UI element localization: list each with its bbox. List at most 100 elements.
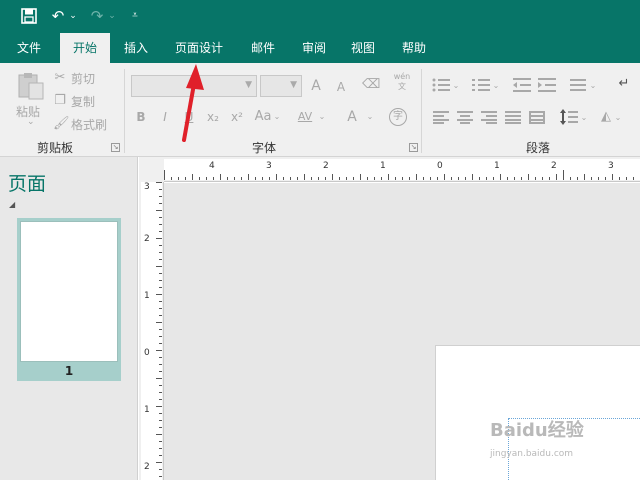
subscript-button[interactable]: x₂	[204, 109, 222, 125]
pinyin-guide-icon[interactable]: wén 文	[391, 72, 413, 92]
cut-button[interactable]: 剪切	[71, 70, 95, 87]
vruler-label: 0	[144, 348, 150, 358]
hruler-label: 0	[437, 161, 443, 171]
clipboard-group-label: 剪贴板	[36, 141, 73, 155]
font-size-combo[interactable]: ▼	[260, 75, 302, 97]
align-left-icon[interactable]	[433, 111, 449, 127]
watermark-url: jingyan.baidu.com	[490, 449, 574, 459]
chevron-down-icon[interactable]: ⌄	[318, 109, 326, 125]
change-case-button[interactable]: Aa	[254, 109, 272, 125]
tab-help[interactable]: 帮助	[394, 33, 434, 63]
tab-view[interactable]: 视图	[343, 33, 383, 63]
collapse-triangle-icon[interactable]: ◢	[9, 200, 15, 209]
group-divider	[124, 69, 125, 153]
chevron-down-icon: ▼	[245, 80, 252, 90]
clear-formatting-icon[interactable]: ⌫	[362, 77, 380, 93]
font-color-button[interactable]: A	[345, 109, 359, 125]
group-divider	[421, 69, 422, 153]
italic-button[interactable]: I	[158, 109, 172, 125]
hruler-label: 1	[494, 161, 500, 171]
redo-icon[interactable]: ↷	[87, 5, 107, 27]
increase-indent-icon[interactable]	[538, 78, 556, 95]
undo-icon[interactable]: ↶	[48, 5, 68, 27]
bold-button[interactable]: B	[134, 109, 148, 125]
horizontal-ruler[interactable]: 4 3 2 1 0 1 2 3	[164, 157, 640, 182]
ruler-corner	[139, 157, 164, 182]
grow-font-icon[interactable]: A	[308, 78, 324, 94]
cut-icon[interactable]: ✂	[53, 70, 67, 86]
watermark: Baidu经验 jingyan.baidu.com	[490, 412, 640, 472]
vertical-ruler-strip: 3 2 1 0 1 2	[141, 182, 162, 480]
shading-icon[interactable]: ◭	[598, 109, 614, 125]
hruler-label: 2	[551, 161, 557, 171]
tab-review[interactable]: 审阅	[294, 33, 334, 63]
bullets-icon[interactable]	[432, 78, 450, 95]
title-bar: ↶ ⌄ ↷ ⌄ ⩡	[0, 0, 640, 33]
chevron-down-icon[interactable]: ⌄	[492, 78, 500, 94]
vertical-ruler-ticks	[156, 182, 162, 477]
paste-dropdown-icon[interactable]: ⌄	[27, 117, 35, 127]
vruler-label: 2	[144, 462, 150, 472]
format-painter-icon[interactable]: 🖌	[53, 116, 70, 132]
page-thumbnail-preview	[20, 221, 118, 362]
save-icon[interactable]	[18, 5, 40, 27]
justify-icon[interactable]	[505, 111, 521, 127]
hruler-label: 2	[323, 161, 329, 171]
font-group-label: 字体	[251, 141, 276, 155]
text-direction-icon[interactable]: ↵	[616, 76, 632, 92]
paragraph-group-label: 段落	[525, 141, 550, 155]
horizontal-ruler-strip: 4 3 2 1 0 1 2 3	[164, 159, 640, 180]
watermark-brand: Baidu经验	[490, 420, 584, 441]
page-thumbnail-number: 1	[64, 364, 74, 378]
vruler-label: 1	[144, 291, 150, 301]
superscript-button[interactable]: x²	[228, 109, 246, 125]
tab-mailings[interactable]: 邮件	[243, 33, 283, 63]
hruler-label: 3	[266, 161, 272, 171]
ribbon-tabs: 文件 开始 插入 页面设计 邮件 审阅 视图 帮助	[0, 33, 640, 63]
font-name-combo[interactable]: ▼	[131, 75, 257, 97]
page-navigation-pane: 页面 ◢ 1	[0, 157, 138, 480]
tab-home[interactable]: 开始	[60, 33, 110, 63]
horizontal-ruler-ticks	[164, 170, 634, 180]
chevron-down-icon[interactable]: ⌄	[366, 109, 374, 125]
chevron-down-icon[interactable]: ⌄	[614, 110, 622, 126]
redo-dropdown-icon[interactable]: ⌄	[106, 5, 118, 27]
distribute-icon[interactable]	[529, 111, 545, 127]
chevron-down-icon[interactable]: ⌄	[589, 78, 597, 94]
decrease-indent-icon[interactable]	[513, 78, 531, 95]
numbering-icon[interactable]	[472, 78, 490, 95]
columns-icon[interactable]	[570, 78, 586, 95]
font-launcher-icon[interactable]: ↘	[409, 143, 418, 152]
character-spacing-button[interactable]: AV	[296, 109, 314, 125]
shrink-font-icon[interactable]: A	[334, 79, 348, 95]
hruler-label: 4	[209, 161, 215, 171]
clipboard-launcher-icon[interactable]: ↘	[111, 143, 120, 152]
chevron-down-icon[interactable]: ⌄	[273, 109, 281, 125]
customize-qat-icon[interactable]: ⩡	[128, 5, 142, 27]
align-right-icon[interactable]	[481, 111, 497, 127]
tab-page-design[interactable]: 页面设计	[165, 33, 233, 63]
paste-icon[interactable]	[16, 71, 46, 104]
undo-dropdown-icon[interactable]: ⌄	[67, 5, 79, 27]
ribbon: 粘贴 ⌄ ✂ 剪切 ❐ 复制 🖌 格式刷 剪贴板 ↘ ▼ ▼ A A ⌫ wén…	[0, 63, 640, 157]
vruler-label: 2	[144, 234, 150, 244]
vertical-ruler[interactable]: 3 2 1 0 1 2	[139, 182, 164, 480]
page-pane-title: 页面	[8, 173, 47, 195]
enclose-characters-button[interactable]: 字	[389, 108, 407, 126]
hruler-label: 3	[608, 161, 614, 171]
tab-file[interactable]: 文件	[8, 33, 50, 63]
page-thumbnail[interactable]: 1	[17, 218, 121, 381]
copy-icon[interactable]: ❐	[53, 93, 67, 109]
hruler-label: 1	[380, 161, 386, 171]
tab-insert[interactable]: 插入	[116, 33, 156, 63]
chevron-down-icon: ▼	[290, 80, 297, 90]
underline-button[interactable]: U	[182, 109, 196, 125]
chevron-down-icon[interactable]: ⌄	[452, 78, 460, 94]
vruler-label: 3	[144, 182, 150, 192]
format-painter-button[interactable]: 格式刷	[71, 116, 107, 133]
line-spacing-icon[interactable]	[560, 109, 578, 128]
copy-button[interactable]: 复制	[71, 93, 95, 110]
chevron-down-icon[interactable]: ⌄	[580, 110, 588, 126]
align-center-icon[interactable]	[457, 111, 473, 127]
publisher-window: ↶ ⌄ ↷ ⌄ ⩡ 文件 开始 插入 页面设计 邮件 审阅 视图 帮助 粘贴 ⌄…	[0, 0, 640, 480]
